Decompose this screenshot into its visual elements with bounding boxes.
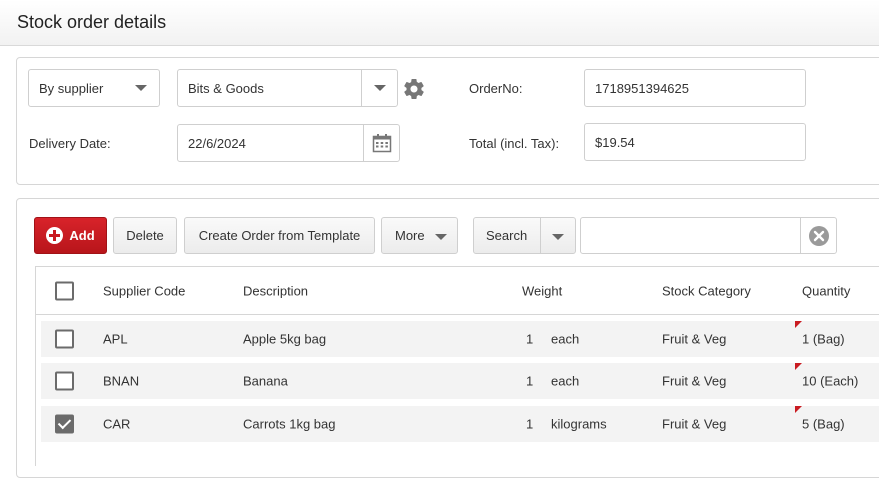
quantity-cell[interactable]: 1 (Bag): [802, 332, 845, 347]
table-header: Supplier Code Description Weight Stock C…: [36, 267, 879, 315]
supplier-value: Bits & Goods: [188, 80, 264, 96]
row-checkbox[interactable]: [55, 414, 74, 434]
quantity-cell[interactable]: 5 (Bag): [802, 417, 845, 432]
column-header-weight[interactable]: Weight: [522, 283, 562, 298]
add-button[interactable]: Add: [34, 217, 107, 254]
supplier-code-cell: APL: [103, 331, 128, 347]
order-lines-table: Supplier Code Description Weight Stock C…: [35, 266, 879, 466]
supplier-code-cell: CAR: [103, 416, 131, 432]
filter-by-select[interactable]: By supplier: [28, 69, 160, 107]
order-no-field[interactable]: 1718951394625: [584, 69, 806, 107]
row-checkbox[interactable]: [55, 329, 74, 349]
weight-cell: 1: [526, 373, 534, 389]
edited-flag-icon: [795, 363, 802, 370]
stock-category-cell: Fruit & Veg: [662, 416, 727, 432]
supplier-select[interactable]: Bits & Goods: [177, 69, 398, 107]
column-header-description[interactable]: Description: [243, 283, 308, 298]
stock-category-cell: Fruit & Veg: [662, 331, 727, 347]
divider: [540, 218, 541, 253]
more-button-label: More: [395, 228, 425, 243]
plus-circle-icon: [46, 227, 64, 244]
weight-unit-cell: each: [551, 373, 580, 389]
chevron-down-icon: [552, 234, 564, 240]
gear-icon[interactable]: [402, 77, 426, 101]
weight-unit-cell: kilograms: [551, 416, 607, 432]
search-input[interactable]: [580, 217, 837, 254]
column-header-stock-category[interactable]: Stock Category: [662, 283, 751, 298]
column-header-quantity[interactable]: Quantity: [802, 283, 850, 298]
add-button-label: Add: [69, 228, 95, 243]
weight-unit-cell: each: [551, 331, 580, 347]
column-header-supplier-code[interactable]: Supplier Code: [103, 283, 185, 298]
table-row[interactable]: CAR Carrots 1kg bag 1 kilograms Fruit & …: [41, 406, 879, 442]
row-checkbox[interactable]: [55, 371, 74, 391]
delete-button-label: Delete: [126, 228, 164, 243]
supplier-code-cell: BNAN: [103, 373, 140, 389]
quantity-cell[interactable]: 10 (Each): [802, 374, 858, 389]
description-cell: Banana: [243, 373, 288, 389]
total-value: $19.54: [595, 134, 635, 150]
description-cell: Apple 5kg bag: [243, 331, 327, 347]
order-no-value: 1718951394625: [595, 80, 689, 96]
clear-search-icon[interactable]: [800, 218, 836, 253]
weight-cell: 1: [526, 416, 534, 432]
create-template-label: Create Order from Template: [198, 228, 361, 243]
chevron-down-icon: [123, 70, 159, 106]
create-order-from-template-button[interactable]: Create Order from Template: [184, 217, 375, 254]
filter-by-value: By supplier: [39, 80, 104, 96]
edited-flag-icon: [795, 321, 802, 328]
chevron-down-icon[interactable]: [361, 70, 397, 106]
total-label: Total (incl. Tax):: [469, 136, 560, 151]
chevron-down-icon: [435, 234, 447, 240]
total-field[interactable]: $19.54: [584, 123, 806, 161]
weight-cell: 1: [526, 331, 534, 347]
select-all-checkbox[interactable]: [55, 281, 74, 300]
stock-category-cell: Fruit & Veg: [662, 373, 727, 389]
title-bar: Stock order details: [0, 0, 879, 46]
table-row[interactable]: BNAN Banana 1 each Fruit & Veg 10 (Each): [41, 363, 879, 399]
search-button-label: Search: [486, 228, 528, 243]
description-cell: Carrots 1kg bag: [243, 416, 336, 432]
delivery-date-label: Delivery Date:: [29, 136, 111, 151]
edited-flag-icon: [795, 406, 802, 413]
more-button[interactable]: More: [381, 217, 458, 254]
page-title: Stock order details: [17, 12, 167, 32]
calendar-icon[interactable]: [363, 125, 399, 161]
search-field-select[interactable]: Search: [473, 217, 576, 254]
delivery-date-value: 22/6/2024: [188, 135, 246, 151]
delete-button[interactable]: Delete: [113, 217, 177, 254]
table-row[interactable]: APL Apple 5kg bag 1 each Fruit & Veg 1 (…: [41, 321, 879, 357]
delivery-date-field[interactable]: 22/6/2024: [177, 124, 400, 162]
order-no-label: OrderNo:: [469, 81, 523, 96]
